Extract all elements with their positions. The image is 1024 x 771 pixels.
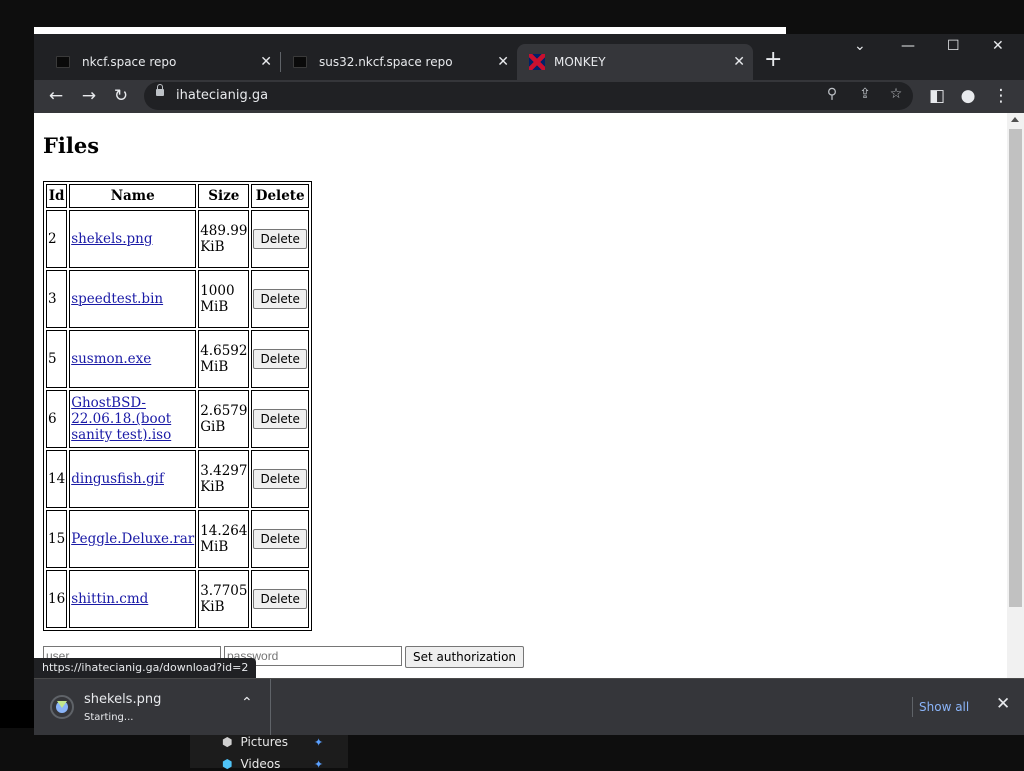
pin-icon: ✦: [314, 735, 324, 749]
lock-icon[interactable]: [156, 84, 164, 96]
file-size: 489.99 KiB: [198, 210, 250, 268]
download-arrow-icon: [57, 701, 67, 708]
table-row: 6 GhostBSD-22.06.18.(boot sanity test).i…: [46, 390, 309, 448]
download-filename: shekels.png: [84, 692, 162, 707]
window-close-icon[interactable]: ✕: [992, 38, 1004, 54]
chevron-up-icon[interactable]: ⌃: [241, 695, 253, 711]
file-size: 3.4297 KiB: [198, 450, 250, 508]
file-link[interactable]: susmon.exe: [71, 351, 151, 367]
file-size: 1000 MiB: [198, 270, 250, 328]
delete-button[interactable]: Delete: [253, 229, 307, 249]
table-row: 14 dingusfish.gif 3.4297 KiB Delete: [46, 450, 309, 508]
tab-strip: nkcf.space repo ✕ sus32.nkcf.space repo …: [34, 34, 1024, 80]
file-link[interactable]: GhostBSD-22.06.18.(boot sanity test).iso: [71, 395, 171, 443]
reload-icon[interactable]: ↻: [110, 85, 132, 107]
tab-sus32-repo[interactable]: sus32.nkcf.space repo ✕: [281, 44, 517, 80]
close-icon[interactable]: ✕: [260, 54, 272, 70]
scroll-up-arrow-icon[interactable]: [1011, 117, 1019, 122]
file-size: 14.264 MiB: [198, 510, 250, 568]
flag-icon: [529, 54, 545, 70]
file-id: 6: [46, 390, 68, 448]
pin-icon: ✦: [314, 757, 324, 771]
address-url[interactable]: ihatecianig.ga: [176, 88, 268, 103]
file-id: 14: [46, 450, 68, 508]
page-viewport: Files Id Name Size Delete 2 shekels.png …: [34, 113, 1024, 678]
table-row: 5 susmon.exe 4.6592 MiB Delete: [46, 330, 309, 388]
table-row: 3 speedtest.bin 1000 MiB Delete: [46, 270, 309, 328]
downloads-bar: shekels.png Starting... ⌃ Show all ✕: [34, 678, 1024, 735]
column-header-id: Id: [46, 184, 68, 208]
column-header-name: Name: [69, 184, 197, 208]
folder-icon: [293, 56, 307, 68]
file-id: 16: [46, 570, 68, 628]
show-all-button[interactable]: Show all: [912, 697, 975, 717]
new-tab-icon[interactable]: +: [764, 48, 782, 72]
files-table: Id Name Size Delete 2 shekels.png 489.99…: [43, 181, 312, 631]
pictures-icon: ⬢: [222, 735, 233, 749]
file-id: 15: [46, 510, 68, 568]
browser-window: nkcf.space repo ✕ sus32.nkcf.space repo …: [34, 34, 1024, 735]
background-window-edge: [34, 27, 786, 34]
close-icon[interactable]: ✕: [733, 54, 745, 70]
bookmark-star-icon[interactable]: ☆: [886, 86, 906, 102]
folder-icon: [56, 56, 70, 68]
videos-icon: ⬢: [222, 757, 233, 771]
download-item[interactable]: shekels.png Starting... ⌃: [34, 679, 271, 735]
file-link[interactable]: speedtest.bin: [71, 291, 163, 307]
tab-title: sus32.nkcf.space repo: [319, 55, 453, 69]
zoom-search-icon[interactable]: ⚲: [822, 86, 842, 102]
file-link[interactable]: shekels.png: [71, 231, 152, 247]
column-header-size: Size: [198, 184, 250, 208]
forward-icon[interactable]: →: [78, 85, 100, 107]
set-authorization-button[interactable]: Set authorization: [405, 646, 525, 668]
page-title: Files: [43, 133, 100, 158]
download-status: Starting...: [84, 712, 134, 723]
file-id: 3: [46, 270, 68, 328]
side-panel-icon[interactable]: ◧: [926, 85, 948, 107]
share-icon[interactable]: ⇪: [855, 86, 875, 102]
tab-monkey[interactable]: MONKEY ✕: [517, 44, 753, 80]
file-size: 2.6579 GiB: [198, 390, 250, 448]
file-size: 4.6592 MiB: [198, 330, 250, 388]
file-link[interactable]: dingusfish.gif: [71, 471, 164, 487]
explorer-item-videos[interactable]: ⬢ Videos ✦: [222, 757, 323, 771]
file-link[interactable]: shittin.cmd: [71, 591, 148, 607]
delete-button[interactable]: Delete: [253, 529, 307, 549]
vertical-scrollbar[interactable]: [1007, 113, 1024, 678]
scrollbar-thumb[interactable]: [1009, 129, 1022, 607]
close-icon[interactable]: ✕: [996, 694, 1010, 714]
column-header-delete: Delete: [251, 184, 309, 208]
explorer-quick-access: ⬢ Pictures ✦ ⬢ Videos ✦: [190, 733, 348, 771]
table-header-row: Id Name Size Delete: [46, 184, 309, 208]
tab-search-chevron-icon[interactable]: ⌄: [854, 38, 866, 54]
table-row: 2 shekels.png 489.99 KiB Delete: [46, 210, 309, 268]
delete-button[interactable]: Delete: [253, 349, 307, 369]
link-status-bubble: https://ihatecianig.ga/download?id=2: [34, 658, 257, 678]
delete-button[interactable]: Delete: [253, 469, 307, 489]
table-row: 15 Peggle.Deluxe.rar 14.264 MiB Delete: [46, 510, 309, 568]
menu-kebab-icon[interactable]: ⋮: [990, 85, 1012, 107]
delete-button[interactable]: Delete: [253, 409, 307, 429]
maximize-icon[interactable]: ☐: [947, 38, 960, 54]
tab-title: MONKEY: [554, 55, 606, 69]
desktop-area: [0, 700, 34, 728]
explorer-item-pictures[interactable]: ⬢ Pictures ✦: [222, 735, 323, 749]
delete-button[interactable]: Delete: [253, 589, 307, 609]
table-row: 16 shittin.cmd 3.7705 KiB Delete: [46, 570, 309, 628]
tab-title: nkcf.space repo: [82, 55, 177, 69]
file-size: 3.7705 KiB: [198, 570, 250, 628]
profile-icon[interactable]: ●: [957, 85, 979, 107]
minimize-icon[interactable]: —: [901, 38, 915, 54]
file-id: 2: [46, 210, 68, 268]
explorer-item-label: Pictures: [240, 735, 289, 749]
back-icon[interactable]: ←: [45, 85, 67, 107]
address-bar[interactable]: ihatecianig.ga ⚲ ⇪ ☆: [144, 82, 913, 110]
toolbar: ← → ↻ ihatecianig.ga ⚲ ⇪ ☆ ◧ ● ⋮: [34, 80, 1024, 113]
file-id: 5: [46, 330, 68, 388]
tab-nkcf-repo[interactable]: nkcf.space repo ✕: [34, 44, 280, 80]
delete-button[interactable]: Delete: [253, 289, 307, 309]
explorer-item-label: Videos: [240, 757, 281, 771]
close-icon[interactable]: ✕: [497, 54, 509, 70]
file-link[interactable]: Peggle.Deluxe.rar: [71, 531, 194, 547]
